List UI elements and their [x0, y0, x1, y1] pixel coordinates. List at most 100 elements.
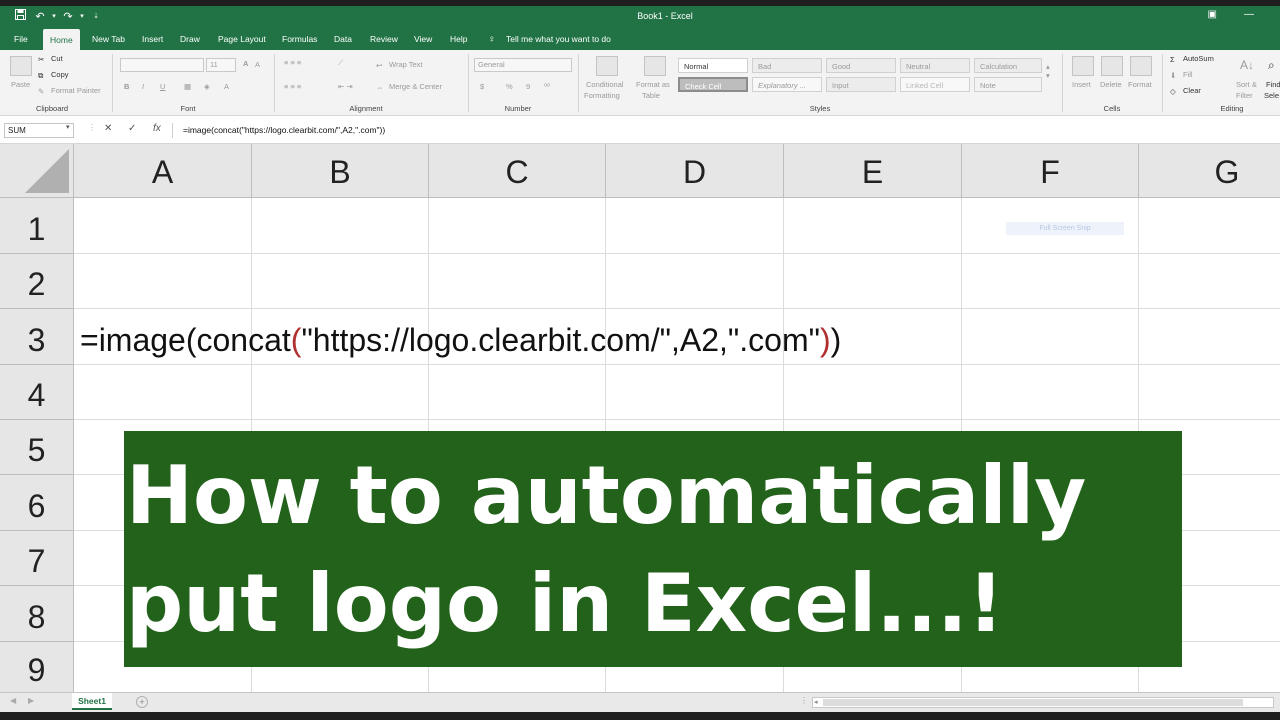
column-header-a[interactable]: A [74, 144, 252, 198]
conditional-formatting-button[interactable]: Conditional [586, 80, 624, 89]
percent-button[interactable]: % [506, 82, 513, 91]
underline-button[interactable]: U [160, 82, 165, 91]
sort-filter-button[interactable]: Sort & [1236, 80, 1257, 89]
format-cells-icon[interactable] [1130, 56, 1152, 76]
select-all-button[interactable] [0, 144, 74, 198]
scroll-left-icon[interactable]: ◂ [814, 698, 818, 707]
comma-button[interactable]: 9 [526, 82, 530, 91]
conditional-formatting-icon[interactable] [596, 56, 618, 76]
autosum-button[interactable]: Σ AutoSum [1170, 54, 1214, 64]
format-painter-button[interactable]: ✎ Format Painter [38, 86, 101, 96]
format-cells-button[interactable]: Format [1128, 80, 1152, 89]
column-header-e[interactable]: E [784, 144, 962, 198]
fill-color-icon[interactable]: ◈ [204, 82, 210, 91]
sheet-tab-sheet1[interactable]: Sheet1 [72, 693, 112, 710]
insert-cells-button[interactable]: Insert [1072, 80, 1091, 89]
style-explanatory[interactable]: Explanatory ... [752, 77, 822, 92]
formula-input[interactable]: =image(concat("https://logo.clearbit.com… [172, 123, 1280, 138]
row-header-5[interactable]: 5 [0, 420, 74, 475]
splitter-handle-icon[interactable]: ⋮ [800, 696, 808, 705]
tell-me-search[interactable]: Tell me what you want to do [506, 28, 611, 50]
indent-icon[interactable]: ⇤ ⇥ [338, 82, 353, 91]
clear-button[interactable]: ◇ Clear [1170, 86, 1201, 96]
row-header-4[interactable]: 4 [0, 365, 74, 420]
italic-button[interactable]: I [142, 82, 144, 91]
style-bad[interactable]: Bad [752, 58, 822, 73]
sheet-nav-next-icon[interactable]: ▶ [28, 696, 34, 705]
delete-cells-button[interactable]: Delete [1100, 80, 1122, 89]
style-check-cell[interactable]: Check Cell [678, 77, 748, 92]
column-header-f[interactable]: F [962, 144, 1139, 198]
style-input[interactable]: Input [826, 77, 896, 92]
styles-scroll-icon[interactable]: ▴ ▾ [1046, 62, 1050, 80]
column-header-g[interactable]: G [1139, 144, 1280, 198]
bold-button[interactable]: B [124, 82, 129, 91]
wrap-text-button[interactable]: ↩ Wrap Text [376, 60, 423, 70]
insert-function-icon[interactable]: fx [153, 123, 161, 134]
find-select-button[interactable]: Find [1266, 80, 1280, 89]
row-header-6[interactable]: 6 [0, 475, 74, 531]
format-as-table-button[interactable]: Format as [636, 80, 670, 89]
tab-view[interactable]: View [414, 28, 432, 50]
column-header-d[interactable]: D [606, 144, 784, 198]
minimize-icon[interactable]: — [1232, 9, 1266, 20]
row-header-7[interactable]: 7 [0, 531, 74, 586]
borders-icon[interactable]: ▦ [184, 82, 191, 91]
style-normal[interactable]: Normal [678, 58, 748, 73]
shrink-font-button[interactable]: A [255, 60, 260, 69]
tab-page-layout[interactable]: Page Layout [218, 28, 266, 50]
sheet-nav-prev-icon[interactable]: ◀ [10, 696, 16, 705]
decimal-icon[interactable]: ⁰⁰ [544, 82, 550, 91]
copy-button[interactable]: ⧉ Copy [38, 70, 69, 80]
insert-cells-icon[interactable] [1072, 56, 1094, 76]
row-header-9[interactable]: 9 [0, 642, 74, 692]
row-header-1[interactable]: 1 [0, 198, 74, 254]
style-note[interactable]: Note [974, 77, 1042, 92]
merge-center-button[interactable]: ⇔ Merge & Center [376, 82, 442, 92]
name-box-dropdown-icon[interactable]: ▾ [66, 123, 70, 131]
tab-data[interactable]: Data [334, 28, 352, 50]
format-as-table-icon[interactable] [644, 56, 666, 76]
currency-button[interactable]: $ [480, 82, 484, 91]
style-good[interactable]: Good [826, 58, 896, 73]
font-color-icon[interactable]: A [224, 82, 229, 91]
align-left-icon[interactable]: ≡ ≡ ≡ [284, 82, 301, 91]
cut-button[interactable]: ✂ Cut [38, 54, 63, 64]
tab-draw[interactable]: Draw [180, 28, 200, 50]
column-header-b[interactable]: B [252, 144, 429, 198]
align-top-icon[interactable]: ≡ ≡ ≡ [284, 58, 301, 67]
full-screen-snip-button[interactable]: Full Screen Snip [1006, 222, 1124, 235]
tab-formulas[interactable]: Formulas [282, 28, 317, 50]
tab-review[interactable]: Review [370, 28, 398, 50]
grow-font-button[interactable]: A [243, 59, 248, 68]
orientation-icon[interactable]: ⟋ [338, 58, 343, 68]
style-linked-cell[interactable]: Linked Cell [900, 77, 970, 92]
delete-cells-icon[interactable] [1101, 56, 1123, 76]
column-header-c[interactable]: C [429, 144, 606, 198]
cell-a3[interactable]: =image(concat("https://logo.clearbit.com… [80, 320, 841, 360]
name-box[interactable]: SUM [4, 123, 74, 138]
horizontal-scrollbar[interactable]: ◂ [812, 697, 1274, 708]
tab-file[interactable]: File [14, 28, 28, 50]
font-name-field[interactable] [120, 58, 204, 72]
tab-new-tab[interactable]: New Tab [92, 28, 125, 50]
tab-insert[interactable]: Insert [142, 28, 163, 50]
ribbon-display-icon[interactable]: ▣ [1195, 9, 1229, 20]
row-header-2[interactable]: 2 [0, 254, 74, 309]
number-format-field[interactable]: General [474, 58, 572, 72]
style-neutral[interactable]: Neutral [900, 58, 970, 73]
scrollbar-thumb[interactable] [823, 699, 1243, 706]
fill-button[interactable]: ⬇ Fill [1170, 70, 1193, 80]
add-sheet-icon[interactable]: + [136, 696, 148, 708]
cancel-icon[interactable]: ✕ [104, 123, 112, 134]
style-calculation[interactable]: Calculation [974, 58, 1042, 73]
paste-icon[interactable] [10, 56, 32, 76]
font-size-field[interactable]: 11 [206, 58, 236, 72]
row-header-8[interactable]: 8 [0, 586, 74, 642]
font-group-label: Font [180, 104, 196, 113]
enter-icon[interactable]: ✓ [128, 123, 136, 134]
row-header-3[interactable]: 3 [0, 309, 74, 365]
tab-help[interactable]: Help [450, 28, 467, 50]
tab-home[interactable]: Home [43, 29, 80, 50]
paste-button[interactable]: Paste [11, 80, 30, 89]
